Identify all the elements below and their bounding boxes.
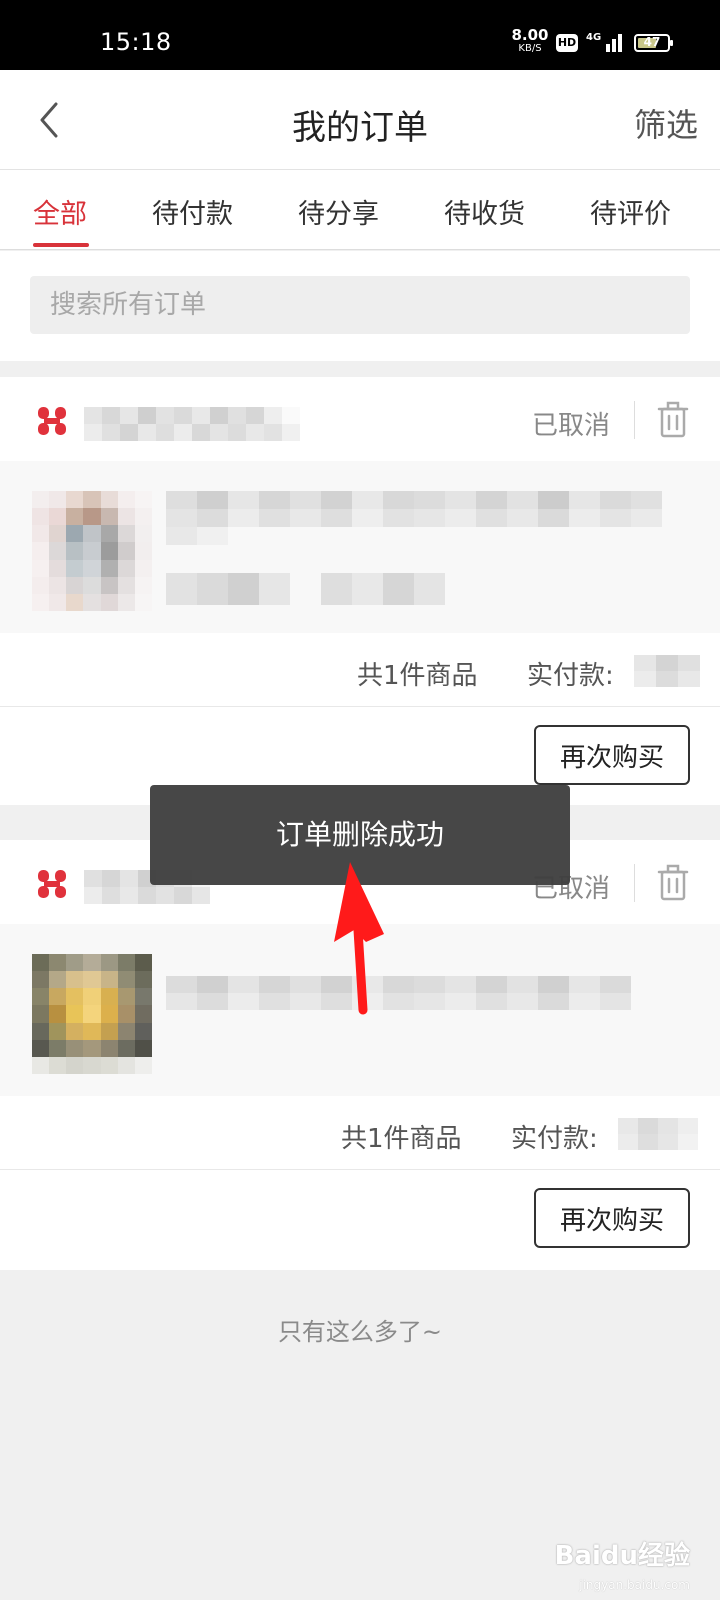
active-tab-indicator <box>33 243 89 247</box>
end-of-list-text: 只有这么多了~ <box>277 1318 443 1346</box>
rebuy-button[interactable]: 再次购买 <box>534 1188 690 1248</box>
shop-header: 已取消 <box>0 377 720 461</box>
battery-level: 47 <box>643 35 661 49</box>
paid-amount-redacted <box>618 1118 698 1150</box>
paid-label: 实付款: <box>527 661 614 691</box>
product-spec-redacted <box>166 573 445 605</box>
order-summary: 共1件商品 实付款: <box>0 633 720 707</box>
product-row[interactable] <box>0 461 720 633</box>
tab-pending-payment[interactable]: 待付款 <box>152 192 233 231</box>
paid-label: 实付款: <box>511 1124 598 1154</box>
search-section <box>0 251 720 361</box>
hd-badge: HD <box>556 34 578 52</box>
divider <box>634 401 635 439</box>
net-speed-unit: KB/S <box>518 43 542 54</box>
nav-bar: 我的订单 筛选 <box>0 70 720 170</box>
order-status: 已取消 <box>532 411 611 441</box>
page-title: 我的订单 <box>292 108 428 148</box>
item-count: 共1件商品 <box>341 1124 462 1154</box>
filter-button[interactable]: 筛选 <box>634 100 698 146</box>
status-bar: 15:18 8.00 KB/S HD 4G 47 <box>0 0 720 70</box>
trash-icon[interactable] <box>656 864 690 902</box>
divider <box>634 864 635 902</box>
tab-pending-receipt[interactable]: 待收货 <box>444 192 525 231</box>
net-speed: 8.00 KB/S <box>510 28 550 54</box>
battery-icon: 47 <box>634 34 673 52</box>
tab-pending-review[interactable]: 待评价 <box>590 192 671 231</box>
watermark-sub: jingyan.baidu.com <box>579 1578 690 1592</box>
rebuy-button[interactable]: 再次购买 <box>534 725 690 785</box>
product-thumbnail[interactable] <box>32 491 152 611</box>
order-actions: 再次购买 <box>0 1170 720 1268</box>
product-title-redacted <box>166 491 662 545</box>
search-input[interactable] <box>30 276 690 334</box>
tab-pending-share[interactable]: 待分享 <box>298 192 379 231</box>
signal-icon: 4G <box>586 30 626 54</box>
order-summary: 共1件商品 实付款: <box>0 1096 720 1170</box>
order-tabs: 全部 待付款 待分享 待收货 待评价 <box>0 170 720 250</box>
product-thumbnail[interactable] <box>32 954 152 1074</box>
network-type: 4G <box>586 32 602 43</box>
tab-all[interactable]: 全部 <box>33 192 87 231</box>
item-count: 共1件商品 <box>357 661 478 691</box>
shop-logo-icon <box>38 407 66 435</box>
shop-name-redacted <box>84 407 300 441</box>
status-time: 15:18 <box>100 28 172 56</box>
paid-amount-redacted <box>634 655 700 687</box>
trash-icon[interactable] <box>656 401 690 439</box>
shop-logo-icon <box>38 870 66 898</box>
watermark-text: Baidu经验 <box>554 1541 690 1571</box>
net-speed-value: 8.00 <box>511 26 549 44</box>
baidu-watermark: Baidu经验 jingyan.baidu.com <box>540 1518 690 1592</box>
annotation-arrow-icon <box>334 862 384 1015</box>
order-card: 已取消 共1件商品 实付款: 再次购买 <box>0 377 720 805</box>
